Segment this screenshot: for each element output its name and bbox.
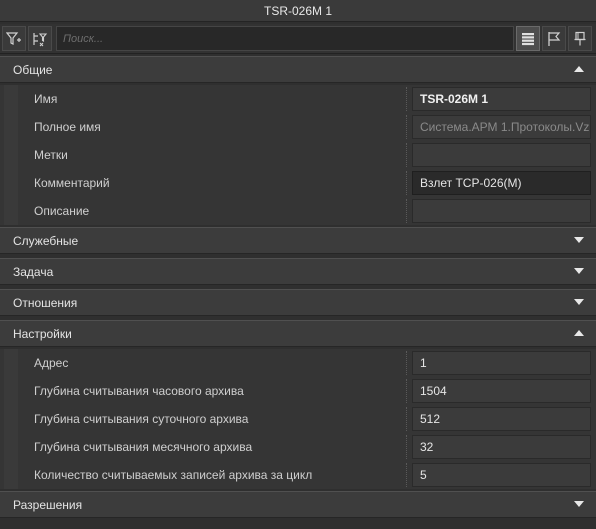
section-task-label: Задача [13, 264, 54, 279]
property-row-tags: Метки [0, 141, 596, 169]
chevron-up-icon[interactable] [574, 330, 584, 336]
chevron-down-icon[interactable] [574, 268, 584, 274]
section-settings[interactable]: Настройки [0, 320, 596, 347]
chevron-down-icon[interactable] [574, 237, 584, 243]
section-relations-label: Отношения [13, 295, 78, 310]
flag-icon[interactable] [542, 26, 566, 51]
search-input[interactable] [56, 26, 514, 51]
property-row-comment: Комментарий Взлет ТСР-026(М) [0, 169, 596, 197]
toolbar [0, 24, 596, 54]
section-service[interactable]: Служебные [0, 227, 596, 254]
property-value-full-name[interactable]: Система.АРМ 1.Протоколы.Vz [412, 115, 591, 139]
property-row-daily-depth: Глубина считывания суточного архива 512 [0, 405, 596, 433]
chevron-down-icon[interactable] [574, 299, 584, 305]
property-value-comment[interactable]: Взлет ТСР-026(М) [412, 171, 591, 195]
property-label: Описание [34, 204, 90, 218]
section-general-label: Общие [13, 62, 53, 77]
window-title: TSR-026M 1 [0, 0, 596, 22]
property-label: Глубина считывания суточного архива [34, 412, 249, 426]
property-value-tags[interactable] [412, 143, 591, 167]
property-label: Адрес [34, 356, 69, 370]
property-row-records-per-cycle: Количество считываемых записей архива за… [0, 461, 596, 489]
property-row-hourly-depth: Глубина считывания часового архива 1504 [0, 377, 596, 405]
section-service-label: Служебные [13, 233, 79, 248]
property-row-name: Имя TSR-026M 1 [0, 85, 596, 113]
property-value-address[interactable]: 1 [412, 351, 591, 375]
property-label: Глубина считывания месячного архива [34, 440, 253, 454]
property-value-hourly-depth[interactable]: 1504 [412, 379, 591, 403]
tree-filter-icon[interactable] [28, 26, 52, 51]
property-label: Имя [34, 92, 58, 106]
chevron-down-icon[interactable] [574, 501, 584, 507]
property-row-description: Описание [0, 197, 596, 225]
property-label: Полное имя [34, 120, 101, 134]
property-value-records-per-cycle[interactable]: 5 [412, 463, 591, 487]
section-general[interactable]: Общие [0, 56, 596, 83]
section-relations[interactable]: Отношения [0, 289, 596, 316]
property-label: Комментарий [34, 176, 110, 190]
section-task[interactable]: Задача [0, 258, 596, 285]
section-settings-label: Настройки [13, 326, 72, 341]
property-value-description[interactable] [412, 199, 591, 223]
property-value-daily-depth[interactable]: 512 [412, 407, 591, 431]
property-row-full-name: Полное имя Система.АРМ 1.Протоколы.Vz [0, 113, 596, 141]
section-permissions-label: Разрешения [13, 497, 83, 512]
property-value-name[interactable]: TSR-026M 1 [412, 87, 591, 111]
property-label: Глубина считывания часового архива [34, 384, 244, 398]
property-row-monthly-depth: Глубина считывания месячного архива 32 [0, 433, 596, 461]
list-view-icon[interactable] [516, 26, 540, 51]
section-permissions[interactable]: Разрешения [0, 491, 596, 518]
filter-icon[interactable] [2, 26, 26, 51]
chevron-up-icon[interactable] [574, 66, 584, 72]
property-value-monthly-depth[interactable]: 32 [412, 435, 591, 459]
pin-icon[interactable] [568, 26, 592, 51]
property-label: Метки [34, 148, 68, 162]
property-row-address: Адрес 1 [0, 349, 596, 377]
property-label: Количество считываемых записей архива за… [34, 468, 313, 482]
